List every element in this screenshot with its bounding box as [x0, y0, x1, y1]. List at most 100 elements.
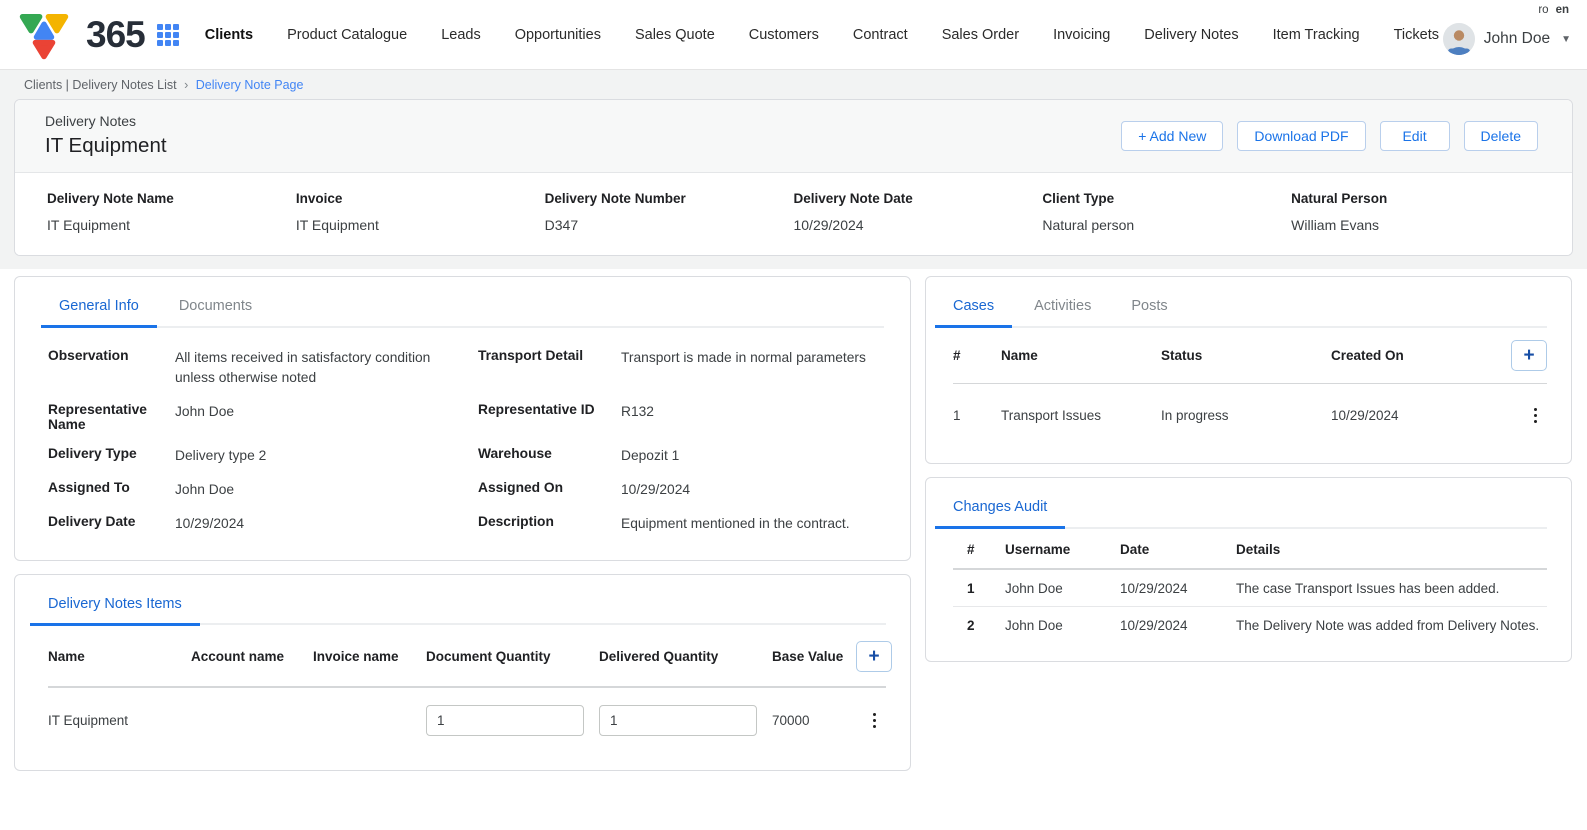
nav-item-item-tracking[interactable]: Item Tracking — [1273, 27, 1360, 43]
plus-icon: + — [868, 647, 879, 666]
summary-field-natural-person: Natural Person William Evans — [1291, 191, 1540, 233]
main-content: General Info Documents Observation All i… — [0, 269, 1587, 771]
nav-item-sales-order[interactable]: Sales Order — [942, 27, 1019, 43]
summary-field-client-type: Client Type Natural person — [1042, 191, 1291, 233]
col-account-name: Account name — [191, 649, 313, 664]
logo-triangles-icon — [16, 7, 72, 63]
table-row: 1 Transport Issues In progress 10/29/202… — [953, 384, 1547, 446]
summary-fields: Delivery Note Name IT Equipment Invoice … — [15, 173, 1572, 255]
cases-tabs: Cases Activities Posts — [953, 291, 1547, 328]
add-new-button[interactable]: + Add New — [1121, 121, 1223, 151]
field-value: All items received in satisfactory condi… — [175, 342, 471, 396]
audit-username: John Doe — [1005, 618, 1120, 633]
user-menu[interactable]: John Doe ▼ — [1443, 23, 1571, 55]
col-name: Name — [1001, 348, 1161, 363]
summary-field-delivery-note-date: Delivery Note Date 10/29/2024 — [793, 191, 1042, 233]
document-quantity-input[interactable] — [426, 705, 584, 736]
tab-documents[interactable]: Documents — [161, 291, 270, 328]
case-number: 1 — [953, 408, 1001, 423]
audit-number: 2 — [967, 618, 1005, 633]
item-name: IT Equipment — [48, 713, 191, 728]
case-created-on: 10/29/2024 — [1331, 408, 1503, 423]
table-row: IT Equipment 70000 — [48, 688, 886, 752]
lang-en[interactable]: en — [1556, 4, 1569, 16]
field-label: Representative Name — [41, 396, 175, 440]
apps-grid-icon[interactable] — [157, 24, 179, 46]
add-case-button[interactable]: + — [1511, 340, 1547, 371]
field-label: Assigned On — [471, 474, 621, 508]
field-label: Transport Detail — [471, 342, 621, 396]
row-kebab-menu-icon[interactable] — [863, 709, 887, 733]
nav-item-customers[interactable]: Customers — [749, 27, 819, 43]
tab-delivery-notes-items[interactable]: Delivery Notes Items — [30, 589, 200, 626]
breadcrumb-separator: › — [184, 78, 188, 92]
col-invoice-name: Invoice name — [313, 649, 426, 664]
field-value: 10/29/2024 — [621, 474, 884, 508]
items-tabs: Delivery Notes Items — [48, 589, 886, 626]
audit-number: 1 — [967, 581, 1005, 596]
page-subtitle: Delivery Notes — [45, 113, 167, 129]
breadcrumb-root[interactable]: Clients | Delivery Notes List — [24, 78, 177, 92]
nav-item-contract[interactable]: Contract — [853, 27, 908, 43]
edit-button[interactable]: Edit — [1380, 121, 1450, 151]
main-nav: Clients Product Catalogue Leads Opportun… — [205, 27, 1439, 43]
case-status: In progress — [1161, 408, 1331, 423]
audit-details: The case Transport Issues has been added… — [1236, 581, 1547, 596]
tab-changes-audit[interactable]: Changes Audit — [935, 492, 1065, 529]
summary-field-delivery-note-number: Delivery Note Number D347 — [545, 191, 794, 233]
delivered-quantity-input[interactable] — [599, 705, 757, 736]
add-item-button[interactable]: + — [856, 641, 892, 672]
header-titles: Delivery Notes IT Equipment — [45, 113, 167, 158]
tab-activities[interactable]: Activities — [1016, 291, 1109, 328]
cases-card: Cases Activities Posts # Name Status Cre… — [925, 276, 1572, 464]
user-name: John Doe — [1484, 30, 1550, 48]
field-value: John Doe — [175, 396, 471, 440]
header-actions: + Add New Download PDF Edit Delete — [1121, 121, 1542, 151]
table-row: 1 John Doe 10/29/2024 The case Transport… — [953, 570, 1547, 607]
nav-item-opportunities[interactable]: Opportunities — [515, 27, 601, 43]
field-value: John Doe — [175, 474, 471, 508]
topbar-right: ro en John Doe ▼ — [1443, 0, 1571, 70]
summary-field-invoice: Invoice IT Equipment — [296, 191, 545, 233]
delete-button[interactable]: Delete — [1464, 121, 1538, 151]
page-title: IT Equipment — [45, 134, 167, 158]
col-name: Name — [48, 649, 191, 664]
col-details: Details — [1236, 542, 1547, 557]
nav-item-delivery-notes[interactable]: Delivery Notes — [1144, 27, 1238, 43]
left-column: General Info Documents Observation All i… — [14, 276, 911, 771]
field-value: Delivery type 2 — [175, 440, 471, 474]
top-zone: Clients | Delivery Notes List › Delivery… — [0, 70, 1587, 269]
field-value: 10/29/2024 — [175, 508, 471, 542]
breadcrumb-current[interactable]: Delivery Note Page — [196, 78, 304, 92]
tab-cases[interactable]: Cases — [935, 291, 1012, 328]
nav-item-leads[interactable]: Leads — [441, 27, 481, 43]
tab-general-info[interactable]: General Info — [41, 291, 157, 328]
top-nav-bar: 365 Clients Product Catalogue Leads Oppo… — [0, 0, 1587, 70]
field-label: Representative ID — [471, 396, 621, 440]
language-switcher: ro en — [1538, 4, 1569, 16]
breadcrumb: Clients | Delivery Notes List › Delivery… — [14, 70, 1573, 99]
right-column: Cases Activities Posts # Name Status Cre… — [925, 276, 1572, 662]
items-table-header: Name Account name Invoice name Document … — [48, 625, 886, 688]
audit-date: 10/29/2024 — [1120, 618, 1236, 633]
delivery-notes-items-card: Delivery Notes Items Name Account name I… — [14, 574, 911, 772]
row-kebab-menu-icon[interactable] — [1524, 404, 1548, 428]
nav-item-tickets[interactable]: Tickets — [1394, 27, 1439, 43]
brand-logo[interactable]: 365 — [16, 7, 145, 63]
download-pdf-button[interactable]: Download PDF — [1237, 121, 1365, 151]
field-label: Assigned To — [41, 474, 175, 508]
brand-365-text: 365 — [86, 14, 145, 56]
lang-ro[interactable]: ro — [1538, 4, 1548, 16]
col-number: # — [967, 542, 1005, 557]
nav-item-sales-quote[interactable]: Sales Quote — [635, 27, 715, 43]
field-label: Warehouse — [471, 440, 621, 474]
nav-item-invoicing[interactable]: Invoicing — [1053, 27, 1110, 43]
field-label: Description — [471, 508, 621, 542]
field-label: Delivery Type — [41, 440, 175, 474]
nav-item-clients[interactable]: Clients — [205, 27, 253, 43]
tab-posts[interactable]: Posts — [1113, 291, 1185, 328]
audit-table-header: # Username Date Details — [953, 529, 1547, 570]
audit-details: The Delivery Note was added from Deliver… — [1236, 618, 1547, 633]
nav-item-product-catalogue[interactable]: Product Catalogue — [287, 27, 407, 43]
summary-field-delivery-note-name: Delivery Note Name IT Equipment — [47, 191, 296, 233]
